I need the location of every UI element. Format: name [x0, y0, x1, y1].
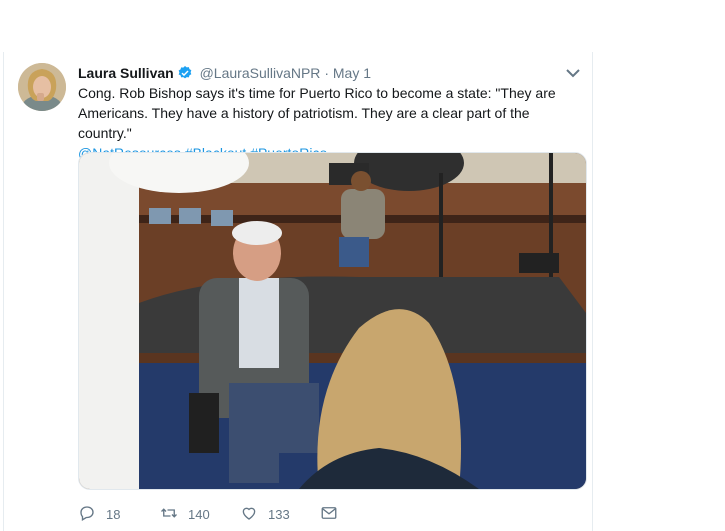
direct-message-button[interactable] — [320, 502, 338, 526]
tweet-card[interactable]: Laura Sullivan @LauraSullivaNPR · May 1 … — [3, 52, 593, 531]
envelope-icon — [320, 504, 338, 525]
tweet-body: Cong. Rob Bishop says it's time for Puer… — [78, 85, 556, 141]
avatar-image — [18, 63, 66, 111]
tweet-date[interactable]: May 1 — [333, 65, 371, 81]
chevron-down-icon[interactable] — [565, 66, 581, 80]
verified-badge-icon — [177, 65, 193, 81]
heart-icon — [240, 504, 258, 525]
retweet-count: 140 — [188, 506, 210, 522]
reply-count: 18 — [106, 506, 121, 522]
retweet-button[interactable]: 140 — [160, 502, 210, 526]
separator-dot: · — [324, 65, 329, 81]
tweet-text: Cong. Rob Bishop says it's time for Puer… — [78, 83, 583, 163]
like-count: 133 — [268, 506, 290, 522]
reply-icon — [78, 504, 96, 525]
like-button[interactable]: 133 — [240, 502, 290, 526]
interview-photo — [79, 153, 586, 489]
tweet-actions: 18 140 133 — [78, 502, 578, 526]
avatar[interactable] — [18, 63, 66, 111]
retweet-icon — [160, 504, 178, 525]
tweet-photo[interactable] — [78, 152, 587, 490]
reply-button[interactable]: 18 — [78, 502, 120, 526]
tweet-header: Laura Sullivan @LauraSullivaNPR · May 1 — [78, 63, 578, 83]
user-handle[interactable]: @LauraSullivaNPR — [200, 65, 321, 81]
display-name[interactable]: Laura Sullivan — [78, 65, 174, 81]
